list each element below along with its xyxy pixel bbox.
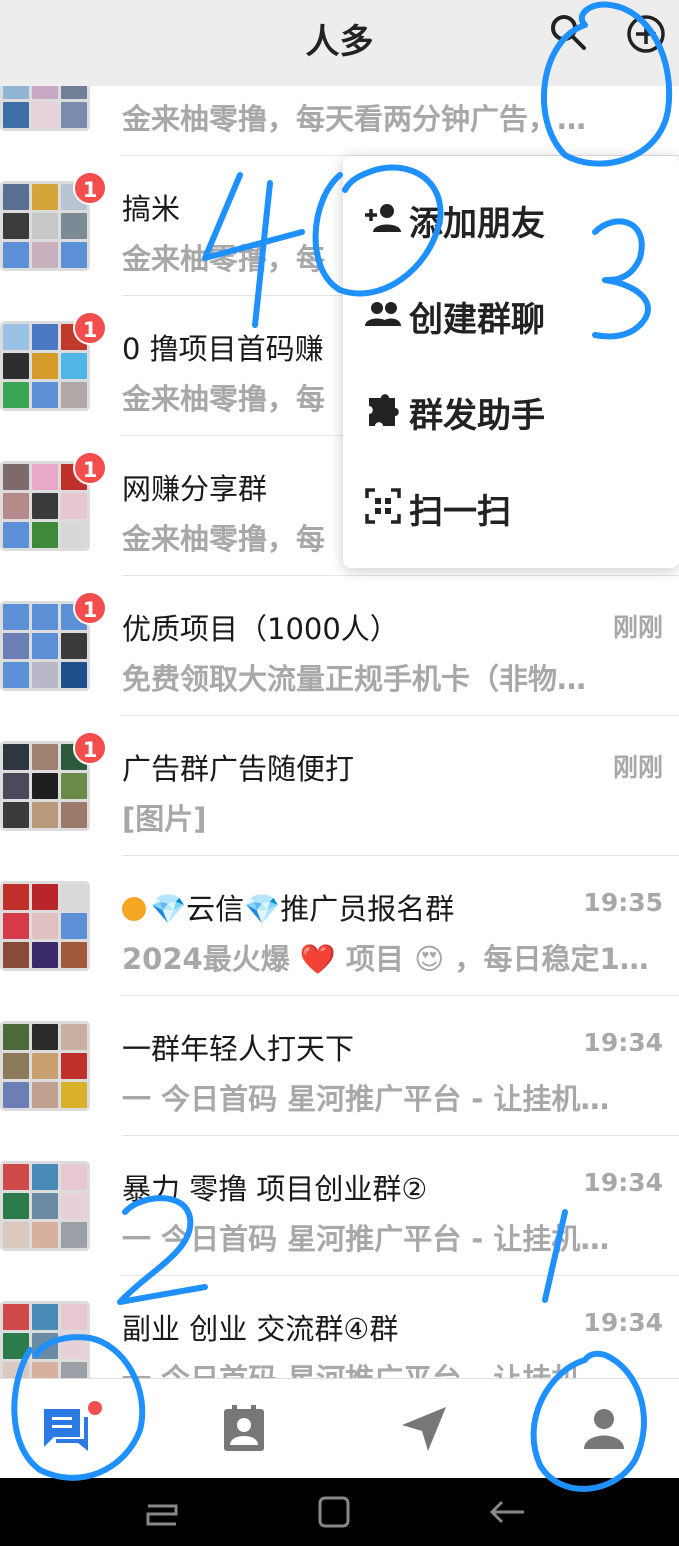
chat-time: 刚刚 [612, 753, 663, 782]
chat-name: 0 撸项目首码赚 [122, 332, 324, 366]
chat-name: 搞米 [122, 192, 181, 226]
menu-label: 扫一扫 [409, 492, 511, 532]
puzzle-icon [369, 394, 399, 426]
add-menu-popup: 添加朋友 创建群聊 群发助手 扫一扫 [343, 156, 679, 568]
unread-badge: 1 [73, 171, 107, 205]
tab-discover[interactable] [398, 1403, 450, 1455]
back-icon[interactable] [488, 1492, 528, 1532]
chat-name: 一群年轻人打天下 [122, 1032, 355, 1066]
contacts-icon [224, 1405, 264, 1451]
send-icon [402, 1407, 446, 1451]
tab-contacts[interactable] [218, 1403, 270, 1455]
chat-time: 19:34 [583, 1168, 663, 1197]
chat-preview: 2024最火爆 ❤️ 项目 😍 ，每日稳定1… [122, 942, 649, 976]
chat-time: 19:35 [583, 888, 663, 917]
chat-name: 暴力 零撸 项目创业群② [122, 1172, 428, 1206]
menu-item-add-friend[interactable]: 添加朋友 [343, 172, 679, 268]
chat-row[interactable]: 1 优质项目（1000人） 刚刚 免费领取大流量正规手机卡（非物… [0, 576, 679, 716]
scan-icon [365, 488, 401, 524]
chat-time: 刚刚 [612, 613, 663, 642]
chat-name: 优质项目（1000人） [122, 612, 399, 646]
chat-row[interactable]: 暴力 零撸 项目创业群② 19:34 一 今日首码 星河推广平台 - 让挂机… [0, 1136, 679, 1276]
tab-me[interactable] [578, 1403, 630, 1455]
group-icon [365, 302, 401, 326]
chat-preview: 免费领取大流量正规手机卡（非物… [122, 662, 587, 696]
chat-preview: 一 今日首码 星河推广平台 - 让挂机… [122, 1222, 610, 1256]
menu-item-create-group[interactable]: 创建群聊 [343, 268, 679, 364]
group-avatar [0, 881, 90, 971]
chat-row[interactable]: 副业 创业 交流群④群 19:34 一 今日首码 星河推广平台 - 让挂机… [0, 1276, 679, 1378]
chat-row[interactable]: 1 广告群广告随便打 刚刚 [图片] [0, 716, 679, 856]
menu-label: 创建群聊 [409, 300, 545, 340]
chat-time: 19:34 [583, 1028, 663, 1057]
chat-preview: [图片] [122, 802, 207, 836]
menu-label: 添加朋友 [409, 204, 545, 244]
chat-preview: 一 今日首码 星河推广平台 - 让挂机… [122, 1356, 662, 1378]
menu-item-scan[interactable]: 扫一扫 [343, 460, 679, 556]
chat-name: 网赚分享群 [122, 472, 268, 506]
top-bar: 人多 [0, 0, 679, 86]
tab-chats[interactable] [40, 1401, 102, 1455]
chat-row[interactable]: 金来柚零撸，每天看两分钟广告，… [0, 86, 679, 156]
unread-badge: 1 [73, 591, 107, 625]
unread-dot [88, 1401, 102, 1415]
chat-preview: 一 今日首码 星河推广平台 - 让挂机… [122, 1082, 610, 1116]
search-icon[interactable] [548, 12, 588, 52]
person-icon [584, 1409, 624, 1449]
plus-circle-icon[interactable] [626, 14, 666, 54]
chat-row[interactable]: 一群年轻人打天下 19:34 一 今日首码 星河推广平台 - 让挂机… [0, 996, 679, 1136]
chat-time: 19:34 [583, 1308, 663, 1337]
group-avatar [0, 86, 90, 131]
group-avatar [0, 1021, 90, 1111]
chat-name: 广告群广告随便打 [122, 752, 355, 786]
chat-icon [44, 1409, 88, 1451]
verified-icon [122, 897, 146, 921]
chat-name-text: 💎云信💎推广员报名群 [150, 892, 455, 926]
bottom-tab-bar [0, 1378, 679, 1478]
chat-preview: 金来柚零撸，每天看两分钟广告，… [122, 102, 587, 136]
home-icon[interactable] [314, 1492, 354, 1532]
chat-name: 💎云信💎推广员报名群 [122, 886, 454, 928]
recents-icon[interactable] [142, 1492, 182, 1532]
chat-name: 副业 创业 交流群④群 [122, 1312, 399, 1346]
unread-badge: 1 [73, 731, 107, 765]
unread-badge: 1 [73, 311, 107, 345]
unread-badge: 1 [73, 451, 107, 485]
chat-row[interactable]: 💎云信💎推广员报名群 19:35 2024最火爆 ❤️ 项目 😍 ，每日稳定1… [0, 856, 679, 996]
group-avatar [0, 1161, 90, 1251]
add-person-icon [365, 204, 401, 232]
menu-label: 群发助手 [409, 396, 545, 436]
group-avatar [0, 1301, 90, 1378]
menu-item-broadcast[interactable]: 群发助手 [343, 364, 679, 460]
system-nav-bar [0, 1478, 679, 1546]
